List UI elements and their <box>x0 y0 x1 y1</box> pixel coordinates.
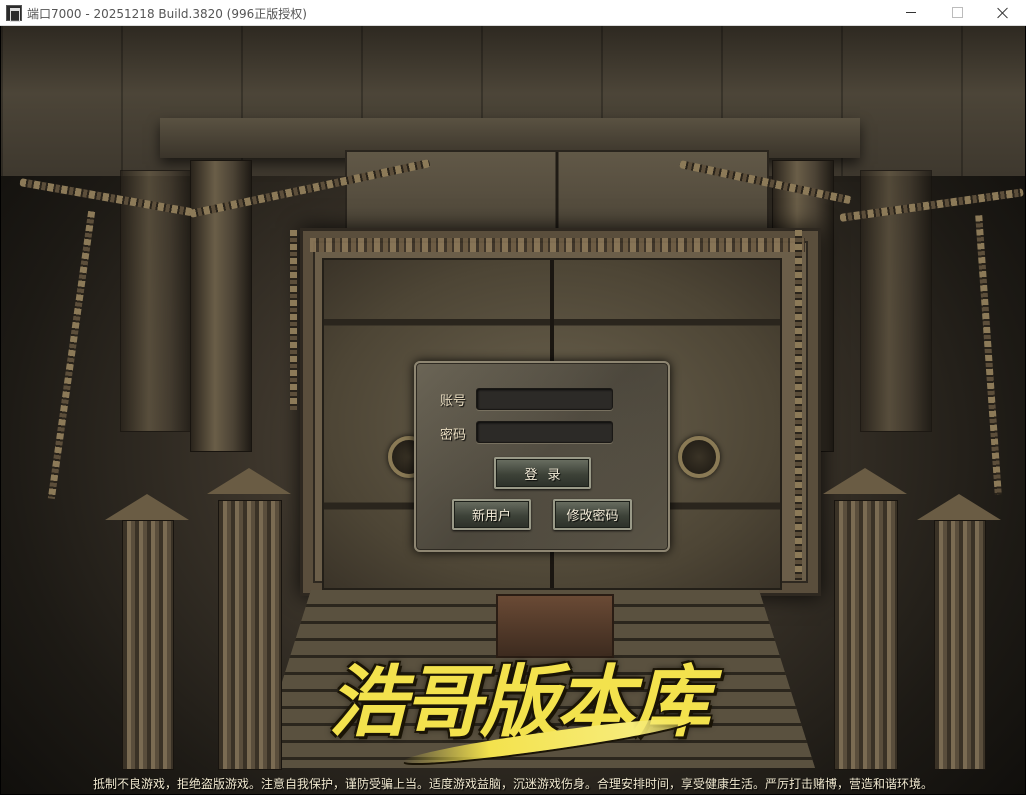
password-label: 密码 <box>440 428 467 443</box>
minimize-button[interactable] <box>888 0 934 25</box>
window-title: 端口7000 - 20251218 Build.3820 (996正版授权) <box>27 7 307 21</box>
account-label: 账号 <box>440 394 467 409</box>
close-icon <box>997 7 1009 19</box>
pagoda-cap <box>823 468 907 494</box>
pagoda-cap <box>207 468 291 494</box>
game-logo: 浩哥版本库 <box>322 640 710 771</box>
lantern-column <box>834 500 898 770</box>
lantern-column <box>218 500 282 770</box>
pagoda-cap <box>105 494 189 520</box>
lantern-column <box>934 520 986 770</box>
hanging-chain <box>290 230 297 410</box>
change-password-button[interactable]: 修改密码 <box>553 499 632 530</box>
new-user-button[interactable]: 新用户 <box>452 499 531 530</box>
account-input[interactable] <box>476 388 613 410</box>
close-button[interactable] <box>980 0 1026 25</box>
lantern-column <box>122 520 174 770</box>
minimize-icon <box>906 12 916 13</box>
door-fret-ornament <box>310 238 805 252</box>
login-button[interactable]: 登录 <box>494 457 591 489</box>
window-titlebar[interactable]: 端口7000 - 20251218 Build.3820 (996正版授权) <box>0 0 1026 26</box>
password-input[interactable] <box>476 421 613 443</box>
maximize-icon <box>951 7 963 18</box>
health-notice: 抵制不良游戏，拒绝盗版游戏。注意自我保护，谨防受骗上当。适度游戏益脑，沉迷游戏伤… <box>92 777 933 791</box>
maximize-button[interactable] <box>934 0 980 25</box>
app-icon <box>6 5 22 22</box>
door-knocker-icon <box>678 436 720 478</box>
pagoda-cap <box>917 494 1001 520</box>
hanging-chain <box>795 230 802 580</box>
